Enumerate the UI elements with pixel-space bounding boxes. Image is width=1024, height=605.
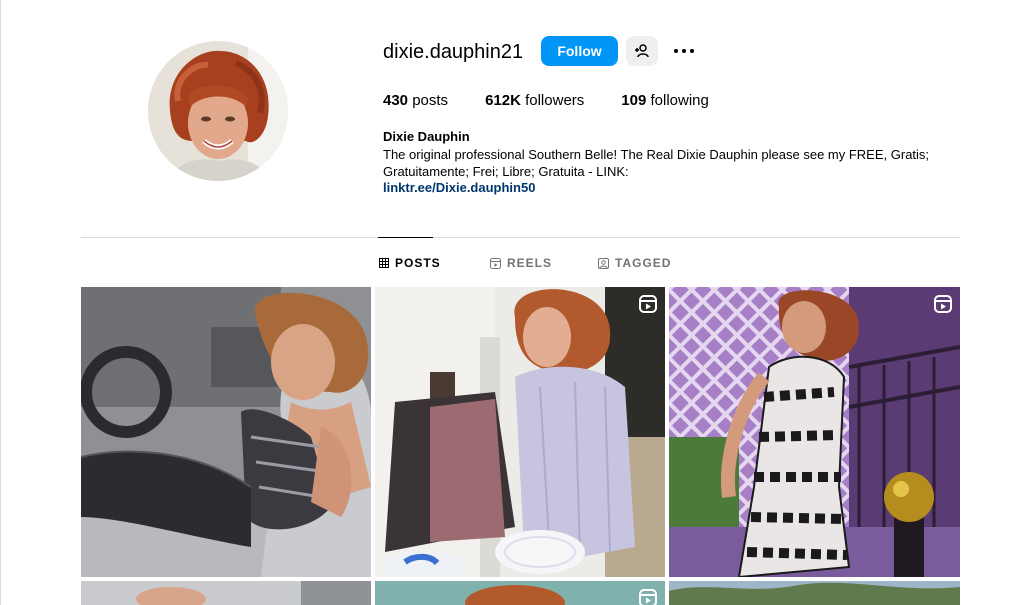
- more-options-icon: [674, 49, 694, 53]
- tab-posts-label: POSTS: [395, 256, 441, 270]
- username: dixie.dauphin21: [383, 41, 524, 63]
- reel-badge-icon: [934, 295, 952, 313]
- post-image: [375, 287, 665, 577]
- posts-count: 430: [383, 92, 409, 109]
- tabs-divider: [81, 237, 960, 238]
- tab-tagged-label: TAGGED: [615, 256, 672, 270]
- posts-stat: 430 posts: [383, 92, 448, 109]
- post-tile[interactable]: [375, 287, 665, 577]
- tab-posts[interactable]: POSTS: [379, 256, 441, 270]
- followers-count: 612K: [485, 92, 521, 109]
- post-tile[interactable]: [375, 581, 665, 605]
- reel-badge-icon: [639, 295, 657, 313]
- post-image: [375, 581, 665, 605]
- posts-label: posts: [412, 92, 449, 109]
- more-options-button[interactable]: [672, 40, 696, 62]
- person-add-icon: [635, 44, 649, 58]
- following-label: following: [650, 92, 709, 109]
- reel-badge-icon: [639, 589, 657, 605]
- following-stat[interactable]: 109 following: [621, 92, 709, 109]
- post-tile[interactable]: [81, 287, 371, 577]
- post-tile[interactable]: [669, 287, 960, 577]
- reels-icon: [490, 257, 501, 269]
- post-image: [81, 581, 371, 605]
- full-name: Dixie Dauphin: [383, 129, 470, 144]
- tagged-icon: [598, 257, 609, 269]
- followers-label: followers: [525, 92, 585, 109]
- post-tile[interactable]: [81, 581, 371, 605]
- profile-stats: 430 posts 612K followers 109 following: [383, 92, 746, 109]
- active-tab-indicator: [378, 237, 433, 238]
- grid-icon: [379, 258, 389, 268]
- tab-tagged[interactable]: TAGGED: [598, 256, 671, 270]
- followers-stat[interactable]: 612K followers: [485, 92, 584, 109]
- following-count: 109: [621, 92, 647, 109]
- post-image: [81, 287, 371, 577]
- bio-link[interactable]: linktr.ee/Dixie.dauphin50: [383, 180, 535, 195]
- suggested-accounts-button[interactable]: [626, 36, 658, 66]
- avatar-photo: [148, 41, 288, 181]
- follow-button[interactable]: Follow: [541, 36, 618, 66]
- profile-avatar[interactable]: [148, 41, 288, 181]
- window-edge: [0, 0, 1, 605]
- post-image: [669, 581, 960, 605]
- post-image: [669, 287, 960, 577]
- bio-text: The original professional Southern Belle…: [383, 147, 930, 179]
- tab-reels-label: REELS: [507, 256, 553, 270]
- tab-reels[interactable]: REELS: [490, 256, 552, 270]
- post-tile[interactable]: [669, 581, 960, 605]
